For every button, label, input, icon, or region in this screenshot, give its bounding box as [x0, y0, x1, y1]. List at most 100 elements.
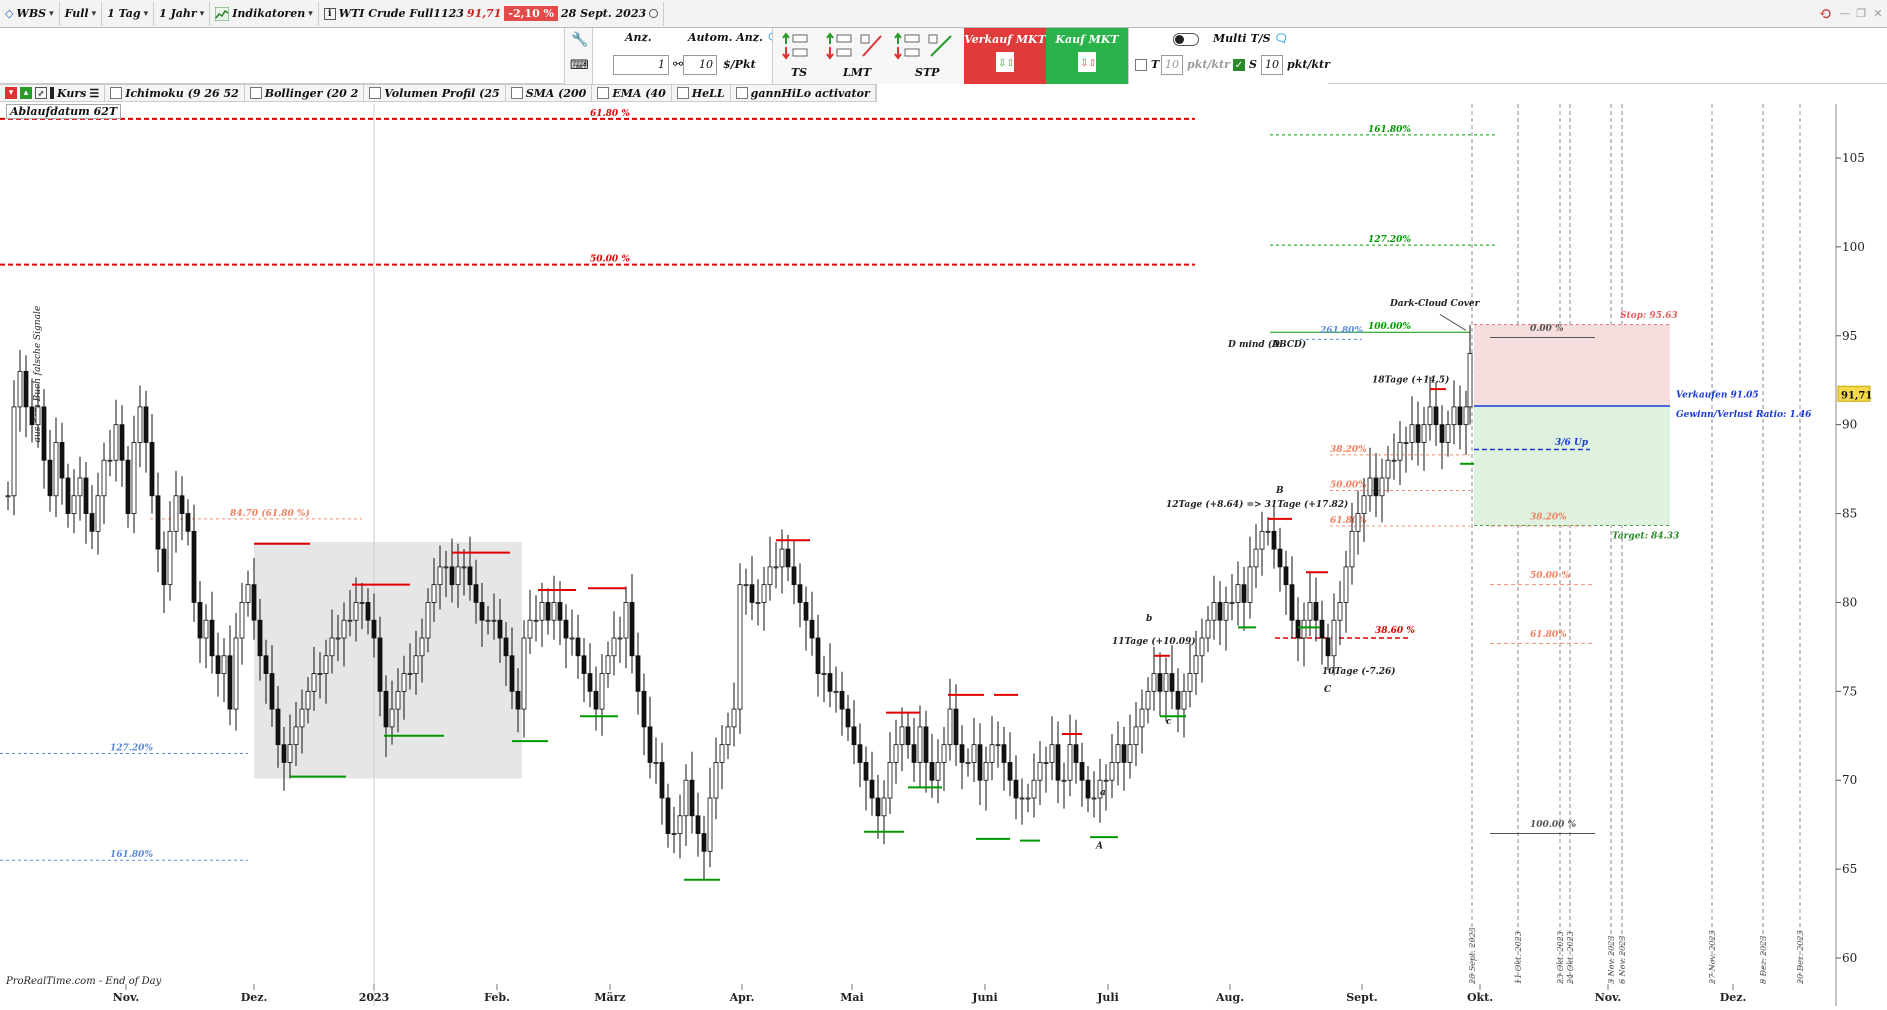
s-input[interactable]: 10: [1261, 55, 1283, 75]
maximize-icon[interactable]: ⤢: [35, 87, 47, 99]
ind-bollinger[interactable]: Bollinger (20 2: [245, 85, 365, 101]
auto-qty[interactable]: Autom. Anz. 🗨: [688, 31, 781, 44]
ind-hell[interactable]: HeLL: [672, 85, 731, 101]
date-marker-label: 23 Okt. 2023: [1556, 931, 1565, 985]
ind-sma[interactable]: SMA (200: [506, 85, 593, 101]
candle-body: [557, 602, 563, 621]
expand-icon[interactable]: ▴: [20, 87, 32, 99]
y-tick-label: 95: [1842, 329, 1857, 343]
abcd-label: D mind (ABCD): [1227, 339, 1306, 350]
candle-body: [113, 424, 119, 461]
ind-gann[interactable]: gannHiLo activator: [731, 85, 876, 101]
candle-body: [953, 708, 959, 746]
candle-body: [425, 602, 431, 639]
candle-body: [527, 619, 533, 639]
change-badge: -2,10 %: [504, 6, 559, 21]
chevron-down-icon: ▾: [199, 8, 205, 19]
candle-body: [395, 690, 401, 710]
lmt-button[interactable]: LMT: [825, 32, 889, 80]
dark-cloud-label: Dark-Cloud Cover: [1389, 299, 1481, 309]
link-icon[interactable]: ⚯: [673, 57, 683, 71]
trading-app: ◇ WBS ▾ Full ▾ 1 Tag ▾ 1 Jahr ▾ Indikatoren ▾…: [0, 0, 1887, 1010]
list-icon[interactable]: ☰: [89, 87, 99, 100]
close-icon[interactable]: ✕: [1869, 7, 1887, 20]
candle-body: [29, 406, 35, 426]
candle-body: [239, 602, 245, 639]
sync-icon[interactable]: ⟲: [1813, 2, 1837, 26]
candle-body: [989, 744, 995, 763]
candle-body: [1199, 637, 1205, 657]
candle-body: [545, 602, 551, 621]
date-marker-label: 28 Sept. 2023: [1468, 927, 1477, 985]
candle-body: [809, 619, 815, 639]
candle-body: [995, 744, 1001, 747]
candle-body: [755, 602, 761, 604]
ind-checkbox[interactable]: [735, 87, 748, 99]
candle-body: [509, 655, 515, 692]
candle-body: [365, 602, 371, 621]
x-tick-label: Feb.: [484, 991, 510, 1004]
ts-button[interactable]: TS: [781, 32, 821, 80]
fib-green-label: 100.00%: [1368, 322, 1411, 332]
ind-checkbox[interactable]: [597, 87, 610, 99]
ind-volumen[interactable]: Volumen Profil (25: [364, 85, 506, 101]
candle-body: [899, 726, 905, 746]
ind-ichimoku[interactable]: Ichimoku (9 26 52: [105, 85, 245, 101]
candle-body: [539, 602, 545, 621]
ind-kurs-label[interactable]: Kurs: [57, 87, 86, 100]
candle-body: [95, 495, 101, 532]
multi-toggle[interactable]: [1173, 33, 1199, 46]
candle-body: [1175, 690, 1181, 710]
restore-icon[interactable]: ❐: [1853, 7, 1869, 20]
candle-body: [677, 815, 683, 834]
ind-checkbox[interactable]: [676, 87, 689, 99]
t-input[interactable]: 10: [1161, 55, 1183, 75]
t-checkbox[interactable]: [1135, 59, 1147, 71]
ticker-dropdown[interactable]: ◇ WBS ▾: [0, 1, 60, 26]
stp-button[interactable]: STP: [893, 32, 961, 80]
s-checkbox[interactable]: ✓: [1233, 59, 1245, 71]
candle-body: [1355, 513, 1361, 532]
ind-checkbox[interactable]: [249, 87, 262, 99]
minimize-icon[interactable]: —: [1837, 7, 1853, 20]
date-marker-label: 24 Okt. 2023: [1566, 931, 1575, 985]
speech-bubble-icon: 🗨: [1274, 32, 1289, 45]
ind-checkbox[interactable]: [369, 87, 382, 99]
candle-body: [1343, 566, 1349, 603]
ind-checkbox[interactable]: [110, 87, 123, 99]
range-dropdown[interactable]: 1 Jahr ▾: [154, 1, 211, 26]
candle-icon: [50, 87, 54, 99]
buy-market-button[interactable]: Kauf MKT ⇩⇧: [1046, 28, 1128, 84]
y-tick-label: 75: [1842, 684, 1857, 698]
multi-ts-label: Multi T/S: [1213, 32, 1271, 45]
candle-body: [329, 637, 335, 657]
mode-dropdown[interactable]: Full ▾: [60, 1, 103, 26]
order-toolbar: 🔧 ⌨ Anz. 1 Autom. Anz. 🗨 ⚯ 10 $/Pkt TS L…: [0, 28, 1887, 84]
candle-body: [827, 673, 833, 692]
candle-body: [1169, 673, 1175, 692]
candle-body: [935, 762, 941, 781]
price-chart[interactable]: 105 100 95 90 85 80 75 70 65 60 91,71 Nov. Dez. 2023 F…: [0, 104, 1887, 1010]
interval-dropdown[interactable]: 1 Tag ▾: [102, 1, 155, 26]
instrument-info[interactable]: i WTI Crude Full1123 91,71 -2,10 % 28 Se…: [319, 1, 665, 26]
ind-checkbox[interactable]: [510, 87, 523, 99]
qty-panel: Anz. 1 Autom. Anz. 🗨 ⚯ 10 $/Pkt: [592, 28, 781, 84]
candle-body: [5, 495, 11, 498]
candle-body: [1181, 690, 1187, 710]
candle-body: [887, 762, 893, 799]
wrench-icon[interactable]: 🔧: [571, 32, 588, 48]
ind-ema[interactable]: EMA (40: [592, 85, 672, 101]
candle-body: [347, 619, 353, 622]
candle-body: [1241, 584, 1247, 603]
candle-body: [1271, 530, 1277, 550]
keyboard-icon[interactable]: ⌨: [570, 58, 589, 73]
candle-body: [1013, 779, 1019, 799]
qty-input[interactable]: 1: [613, 55, 669, 75]
indicators-dropdown[interactable]: Indikatoren ▾: [210, 1, 319, 26]
sell-market-button[interactable]: Verkauf MKT ⇩⇧: [964, 28, 1046, 84]
candle-body: [1427, 406, 1433, 426]
collapse-icon[interactable]: ▾: [5, 87, 17, 99]
candle-body: [125, 459, 131, 514]
candle-body: [605, 655, 611, 674]
pts-input[interactable]: 10: [683, 55, 717, 75]
